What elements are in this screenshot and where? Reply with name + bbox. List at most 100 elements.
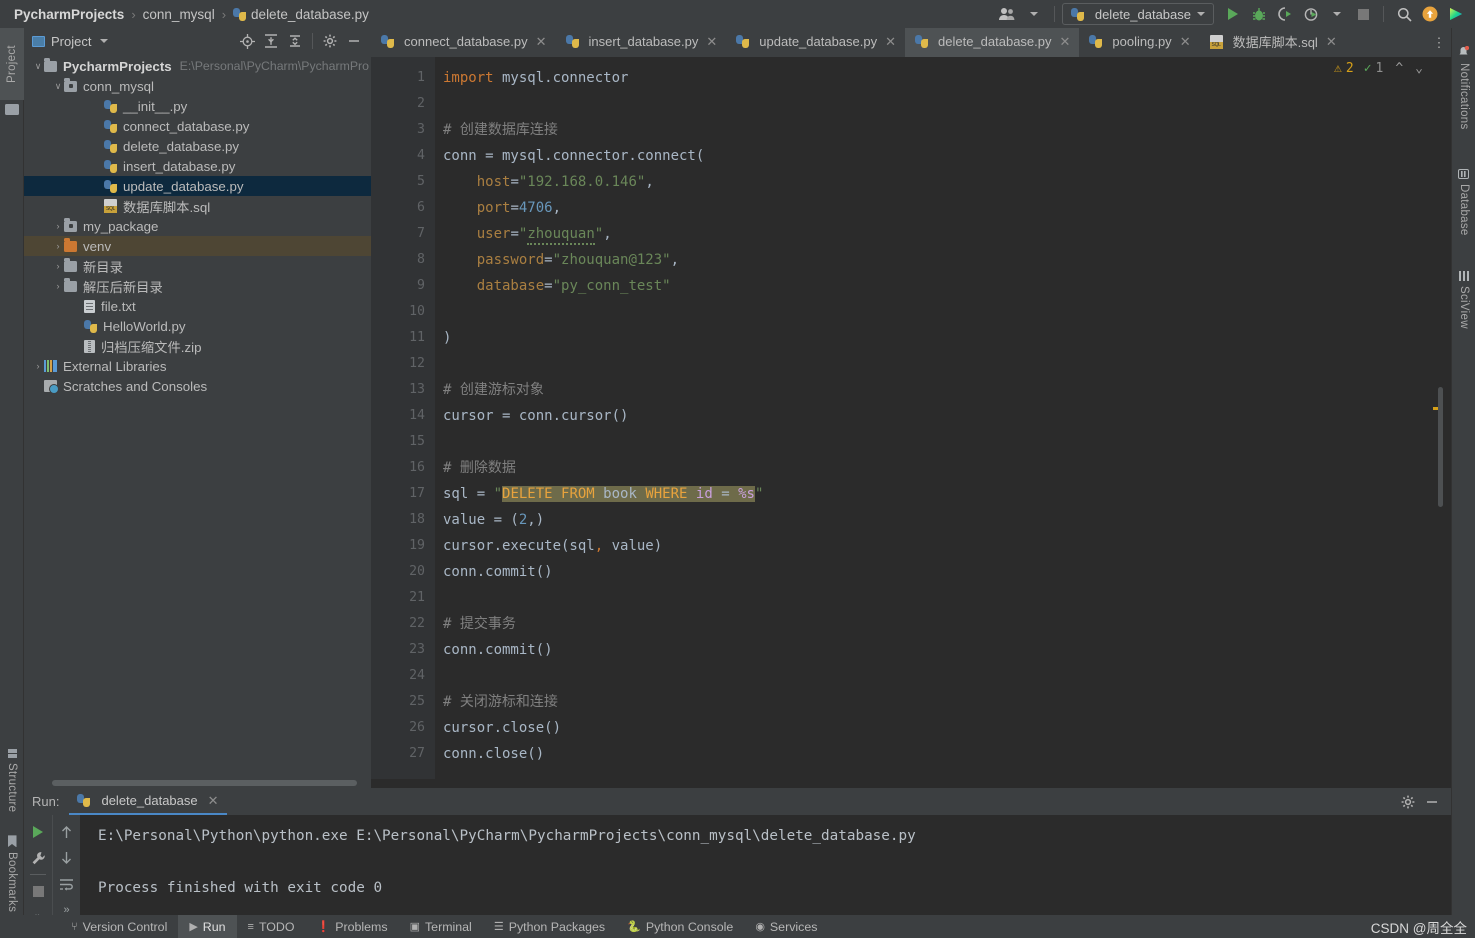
status-bar-item-label: Python Packages bbox=[508, 919, 606, 934]
project-tree[interactable]: ∨ PycharmProjects E:\Personal\PyCharm\Pych… bbox=[24, 54, 371, 788]
sidebar-item-project[interactable]: Project bbox=[0, 28, 24, 100]
run-console-output[interactable]: E:\Personal\Python\python.exe E:\Persona… bbox=[80, 815, 1451, 930]
tree-expand-arrow-icon[interactable]: › bbox=[32, 361, 44, 371]
editor-tab[interactable]: update_database.py ✕ bbox=[726, 28, 905, 57]
inspection-widget[interactable]: ⚠ 2 ✓ 1 ^ ⌄ bbox=[1334, 61, 1423, 76]
hide-panel-icon[interactable] bbox=[1421, 791, 1443, 813]
settings-gear-icon[interactable] bbox=[1397, 791, 1419, 813]
previous-problem-icon[interactable]: ^ bbox=[1395, 61, 1403, 76]
close-icon[interactable]: ✕ bbox=[885, 34, 896, 50]
select-opened-file-icon[interactable] bbox=[236, 30, 258, 52]
profile-icon[interactable] bbox=[1298, 2, 1324, 26]
tree-item[interactable]: delete_database.py bbox=[24, 136, 371, 156]
stop-icon[interactable] bbox=[1350, 2, 1376, 26]
scroll-down-icon[interactable] bbox=[55, 845, 79, 871]
tree-expand-arrow-icon[interactable]: › bbox=[52, 281, 64, 291]
code-content[interactable]: import mysql.connector # 创建数据库连接 conn = … bbox=[435, 57, 1451, 779]
sidebar-item-database[interactable]: Database bbox=[1452, 154, 1475, 250]
editor-horizontal-scrollbar[interactable] bbox=[371, 779, 1451, 788]
close-icon[interactable]: ✕ bbox=[208, 793, 219, 809]
tree-item[interactable]: __init__.py bbox=[24, 96, 371, 116]
updates-available-icon[interactable] bbox=[1417, 2, 1443, 26]
status-bar-item-services[interactable]: ◉ Services bbox=[744, 915, 828, 938]
tree-item[interactable]: › 新目录 bbox=[24, 256, 371, 276]
tree-item[interactable]: Scratches and Consoles bbox=[24, 376, 371, 396]
tree-item[interactable]: ∨ PycharmProjects E:\Personal\PyCharm\Pych… bbox=[24, 56, 371, 76]
python-file-icon bbox=[1089, 35, 1103, 48]
hide-panel-icon[interactable] bbox=[343, 30, 365, 52]
project-horizontal-scrollbar[interactable] bbox=[52, 780, 362, 788]
close-icon[interactable]: ✕ bbox=[1060, 34, 1071, 50]
debug-icon[interactable] bbox=[1246, 2, 1272, 26]
settings-gear-icon[interactable] bbox=[319, 30, 341, 52]
line-number: 23 bbox=[409, 642, 425, 657]
sql-file-icon bbox=[1209, 34, 1223, 49]
folder-icon bbox=[64, 257, 77, 272]
tree-expand-arrow-icon[interactable]: ∨ bbox=[52, 81, 64, 92]
tree-item[interactable]: connect_database.py bbox=[24, 116, 371, 136]
tree-expand-arrow-icon[interactable]: › bbox=[52, 261, 64, 271]
tree-item[interactable]: › venv bbox=[24, 236, 371, 256]
tree-item[interactable]: › 解压后新目录 bbox=[24, 276, 371, 296]
chevron-down-icon[interactable] bbox=[100, 39, 109, 43]
python-file-icon bbox=[381, 35, 394, 48]
status-bar-item-run[interactable]: ▶ Run bbox=[178, 915, 237, 938]
tree-item[interactable]: 归档压缩文件.zip bbox=[24, 336, 371, 356]
scroll-up-icon[interactable] bbox=[55, 819, 79, 845]
search-everywhere-icon[interactable] bbox=[1391, 2, 1417, 26]
breadcrumb-file[interactable]: delete_database.py bbox=[251, 7, 369, 22]
breadcrumb-folder[interactable]: conn_mysql bbox=[143, 7, 215, 22]
stop-icon[interactable] bbox=[26, 878, 50, 904]
status-bar-item-version-control[interactable]: ⑂ Version Control bbox=[60, 915, 178, 938]
soft-wrap-icon[interactable] bbox=[55, 871, 79, 897]
editor-tab[interactable]: 数据库脚本.sql ✕ bbox=[1200, 28, 1346, 57]
status-bar-item-todo[interactable]: ≡ TODO bbox=[237, 915, 306, 938]
close-icon[interactable]: ✕ bbox=[536, 34, 547, 50]
run-icon[interactable] bbox=[1220, 2, 1246, 26]
tree-item[interactable]: 数据库脚本.sql bbox=[24, 196, 371, 216]
next-problem-icon[interactable]: ⌄ bbox=[1415, 61, 1423, 76]
rerun-icon[interactable] bbox=[26, 819, 50, 845]
sidebar-item-sciview[interactable]: SciView bbox=[1452, 258, 1475, 342]
tree-item[interactable]: HelloWorld.py bbox=[24, 316, 371, 336]
editor-tab[interactable]: delete_database.py ✕ bbox=[905, 28, 1080, 57]
tree-expand-arrow-icon[interactable]: › bbox=[52, 221, 64, 231]
tree-item[interactable]: › my_package bbox=[24, 216, 371, 236]
status-bar-item-python-console[interactable]: 🐍 Python Console bbox=[616, 915, 744, 938]
tree-item[interactable]: › External Libraries bbox=[24, 356, 371, 376]
editor-tab[interactable]: connect_database.py ✕ bbox=[371, 28, 556, 57]
tree-item-label: HelloWorld.py bbox=[103, 318, 186, 334]
list-icon: ≡ bbox=[247, 920, 254, 933]
editor-marker-track[interactable] bbox=[1431, 57, 1445, 779]
tree-expand-arrow-icon[interactable]: ∨ bbox=[32, 61, 44, 72]
status-bar-item-problems[interactable]: ❗ Problems bbox=[306, 915, 399, 938]
tree-item[interactable]: insert_database.py bbox=[24, 156, 371, 176]
profile-chevron-down-icon[interactable] bbox=[1324, 2, 1350, 26]
editor-vertical-scrollbar[interactable] bbox=[1438, 387, 1443, 507]
close-icon[interactable]: ✕ bbox=[1326, 34, 1337, 50]
run-with-coverage-icon[interactable] bbox=[1272, 2, 1298, 26]
status-bar-item-terminal[interactable]: ▣ Terminal bbox=[399, 915, 483, 938]
user-accounts-icon[interactable] bbox=[995, 2, 1021, 26]
sidebar-item-structure[interactable]: Structure bbox=[0, 742, 24, 820]
sidebar-item-notifications[interactable]: Notifications bbox=[1452, 32, 1475, 144]
settings-wrench-icon[interactable] bbox=[26, 845, 50, 871]
collapse-all-icon[interactable] bbox=[284, 30, 306, 52]
expand-all-icon[interactable] bbox=[260, 30, 282, 52]
breadcrumb-root[interactable]: PycharmProjects bbox=[14, 7, 124, 22]
tab-options-icon[interactable]: ⋮ bbox=[1427, 28, 1451, 57]
ide-logo-icon[interactable] bbox=[1443, 2, 1469, 26]
close-icon[interactable]: ✕ bbox=[1180, 34, 1191, 50]
editor-tab[interactable]: pooling.py ✕ bbox=[1079, 28, 1199, 57]
tree-expand-arrow-icon[interactable]: › bbox=[52, 241, 64, 251]
tree-item[interactable]: file.txt bbox=[24, 296, 371, 316]
tree-item[interactable]: ∨ conn_mysql bbox=[24, 76, 371, 96]
run-session-tab[interactable]: delete_database ✕ bbox=[69, 788, 227, 815]
editor-tab[interactable]: insert_database.py ✕ bbox=[556, 28, 727, 57]
close-icon[interactable]: ✕ bbox=[706, 34, 717, 50]
tree-item[interactable]: update_database.py bbox=[24, 176, 371, 196]
user-accounts-chevron-down-icon[interactable] bbox=[1021, 2, 1047, 26]
run-configuration-selector[interactable]: delete_database bbox=[1061, 3, 1214, 25]
status-bar-item-python-packages[interactable]: ☰ Python Packages bbox=[483, 915, 616, 938]
sidebar-item-bookmarks[interactable]: Bookmarks bbox=[0, 828, 24, 920]
